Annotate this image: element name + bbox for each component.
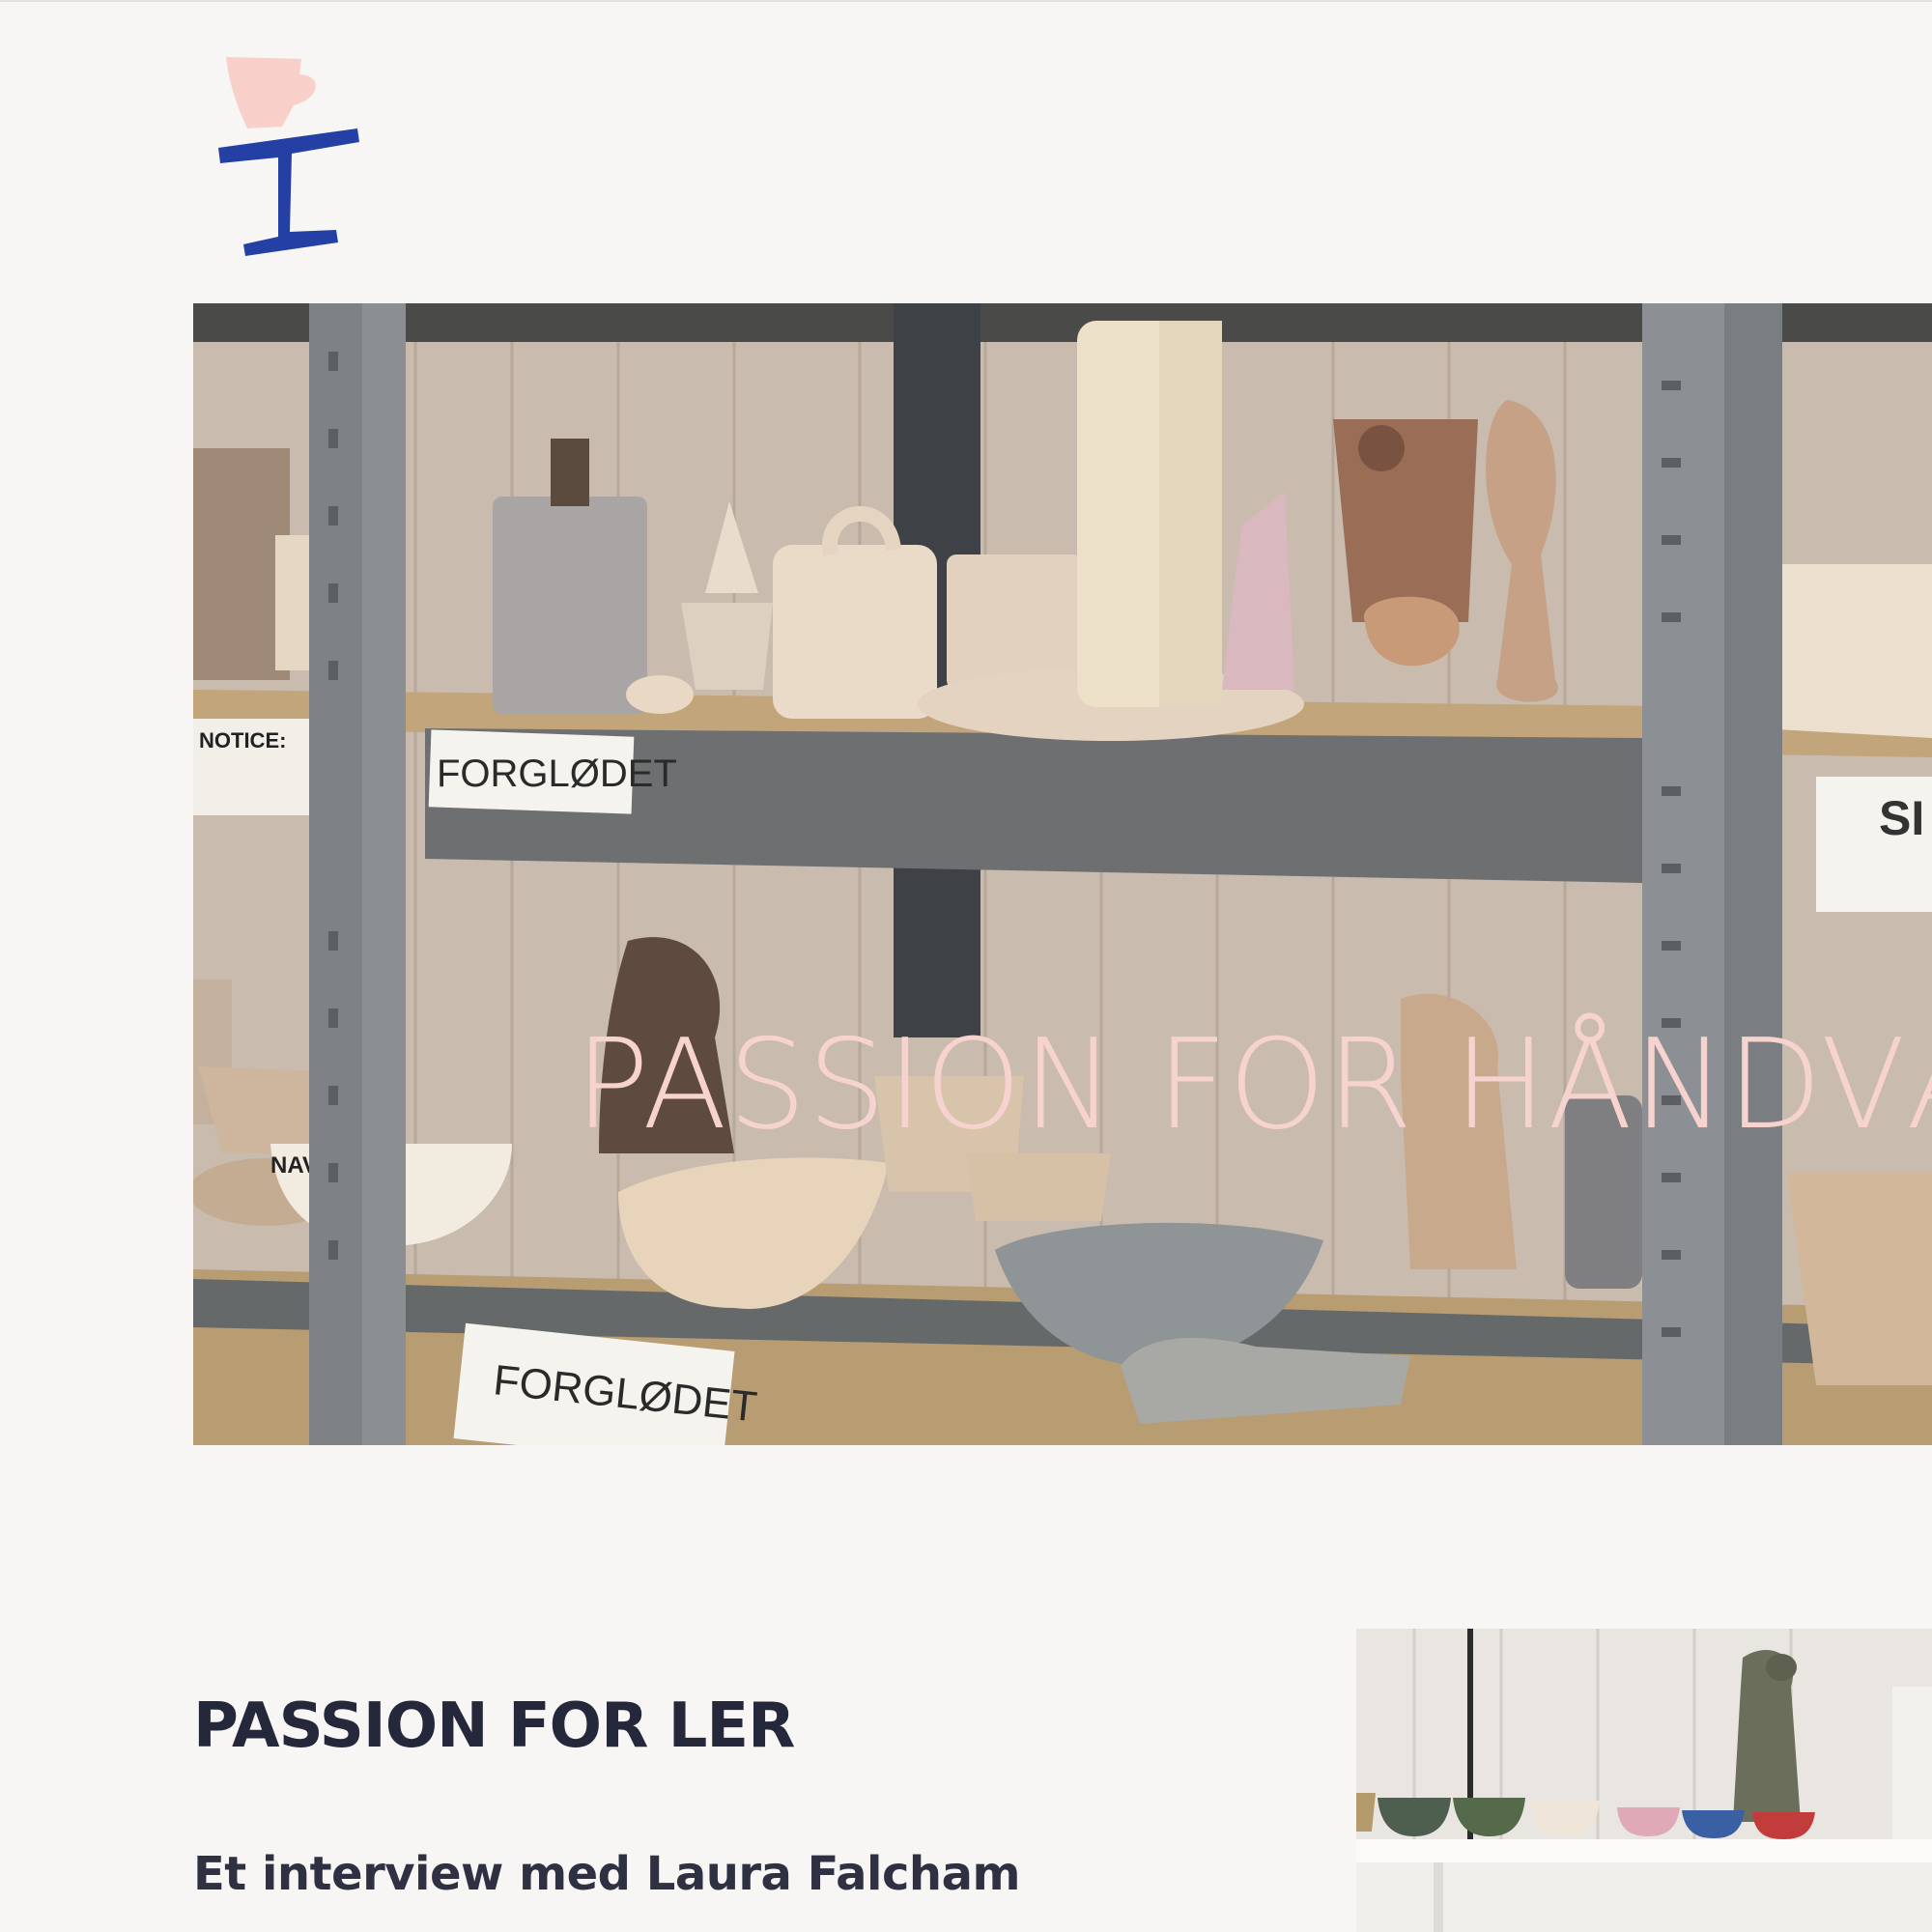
hero-image: NOTICE: FORGLØDET SI BE FORGLØDET NAVN P… bbox=[193, 303, 1932, 1445]
top-border bbox=[0, 0, 1932, 2]
pottery-shelf-photo: NOTICE: FORGLØDET SI BE FORGLØDET NAVN P… bbox=[193, 303, 1932, 1445]
site-logo[interactable] bbox=[213, 53, 367, 266]
article-subtitle: Et interview med Laura Falcham bbox=[193, 1847, 1021, 1901]
article-photo bbox=[1356, 1629, 1932, 1932]
notice-label: NOTICE: bbox=[199, 728, 286, 753]
cup-on-stand-logo-icon bbox=[218, 57, 359, 256]
hero-title: PASSION FOR HÅNDVÆRK bbox=[575, 1013, 1932, 1157]
article-title: PASSION FOR LER bbox=[193, 1690, 795, 1762]
shelf-label-upper: FORGLØDET bbox=[437, 753, 677, 795]
side-label: SI BE bbox=[1879, 791, 1932, 845]
bowls-shelf-photo bbox=[1356, 1629, 1932, 1932]
